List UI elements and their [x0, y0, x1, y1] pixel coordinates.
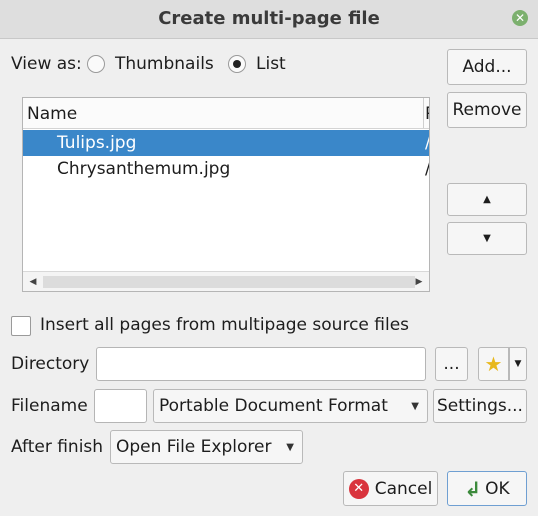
remove-button[interactable]: Remove	[447, 92, 527, 128]
scroll-right-icon[interactable]: ▶	[409, 272, 429, 291]
chevron-down-icon: ▼	[411, 401, 419, 412]
arrow-up-icon: ▲	[483, 194, 491, 205]
favorite-folders-button[interactable]: ★	[478, 347, 509, 381]
filename-label: Filename	[11, 396, 88, 416]
scrollbar-thumb[interactable]	[43, 276, 415, 288]
insert-pages-label[interactable]: Insert all pages from multipage source f…	[40, 315, 409, 335]
star-icon: ★	[484, 352, 503, 376]
list-item[interactable]: Chrysanthemum.jpg /	[23, 156, 429, 182]
file-name: Chrysanthemum.jpg	[57, 159, 231, 179]
list-item[interactable]: Tulips.jpg /	[23, 130, 429, 156]
file-path: /	[425, 130, 429, 156]
directory-label: Directory	[11, 354, 90, 374]
insert-pages-checkbox[interactable]	[11, 316, 31, 336]
radio-list[interactable]	[228, 55, 246, 73]
chevron-down-icon: ▼	[286, 442, 294, 453]
file-path: /	[425, 156, 429, 182]
radio-thumbnails[interactable]	[87, 55, 105, 73]
list-header: Name P	[23, 98, 429, 129]
after-finish-value: Open File Explorer	[116, 437, 272, 457]
horizontal-scrollbar[interactable]: ◀ ▶	[23, 271, 429, 291]
after-finish-label: After finish	[11, 437, 104, 457]
radio-selected-dot	[233, 60, 241, 68]
scroll-left-icon[interactable]: ◀	[23, 272, 43, 291]
add-button[interactable]: Add...	[447, 49, 527, 85]
column-name-header[interactable]: Name	[27, 104, 77, 124]
cancel-button[interactable]: ✕ Cancel	[343, 471, 438, 506]
move-up-button[interactable]: ▲	[447, 183, 527, 216]
favorites-dropdown-button[interactable]: ▼	[509, 347, 527, 381]
filename-input[interactable]	[94, 389, 147, 423]
format-select[interactable]: Portable Document Format ▼	[153, 389, 428, 423]
cancel-icon: ✕	[348, 478, 369, 499]
ok-button[interactable]: ↲ OK	[447, 471, 527, 506]
dialog-title: Create multi-page file	[158, 8, 380, 29]
column-path-header[interactable]: P	[425, 104, 429, 124]
arrow-down-icon: ▼	[483, 233, 491, 244]
file-name: Tulips.jpg	[57, 133, 137, 153]
directory-input[interactable]	[96, 347, 426, 381]
browse-directory-button[interactable]: ...	[435, 347, 468, 381]
ok-label: OK	[485, 478, 510, 499]
close-icon[interactable]: ✕	[512, 10, 528, 26]
ok-checkmark-icon: ↲	[464, 476, 482, 501]
format-settings-button[interactable]: Settings...	[433, 389, 527, 423]
after-finish-select[interactable]: Open File Explorer ▼	[110, 430, 303, 464]
format-select-value: Portable Document Format	[159, 396, 388, 416]
radio-thumbnails-label[interactable]: Thumbnails	[115, 54, 214, 74]
file-list[interactable]: Name P Tulips.jpg / Chrysanthemum.jpg / …	[22, 97, 430, 292]
column-separator[interactable]	[423, 98, 424, 128]
radio-list-label[interactable]: List	[256, 54, 286, 74]
cancel-label: Cancel	[374, 478, 433, 499]
move-down-button[interactable]: ▼	[447, 222, 527, 255]
chevron-down-icon: ▼	[514, 359, 522, 369]
view-as-label: View as:	[11, 54, 82, 74]
